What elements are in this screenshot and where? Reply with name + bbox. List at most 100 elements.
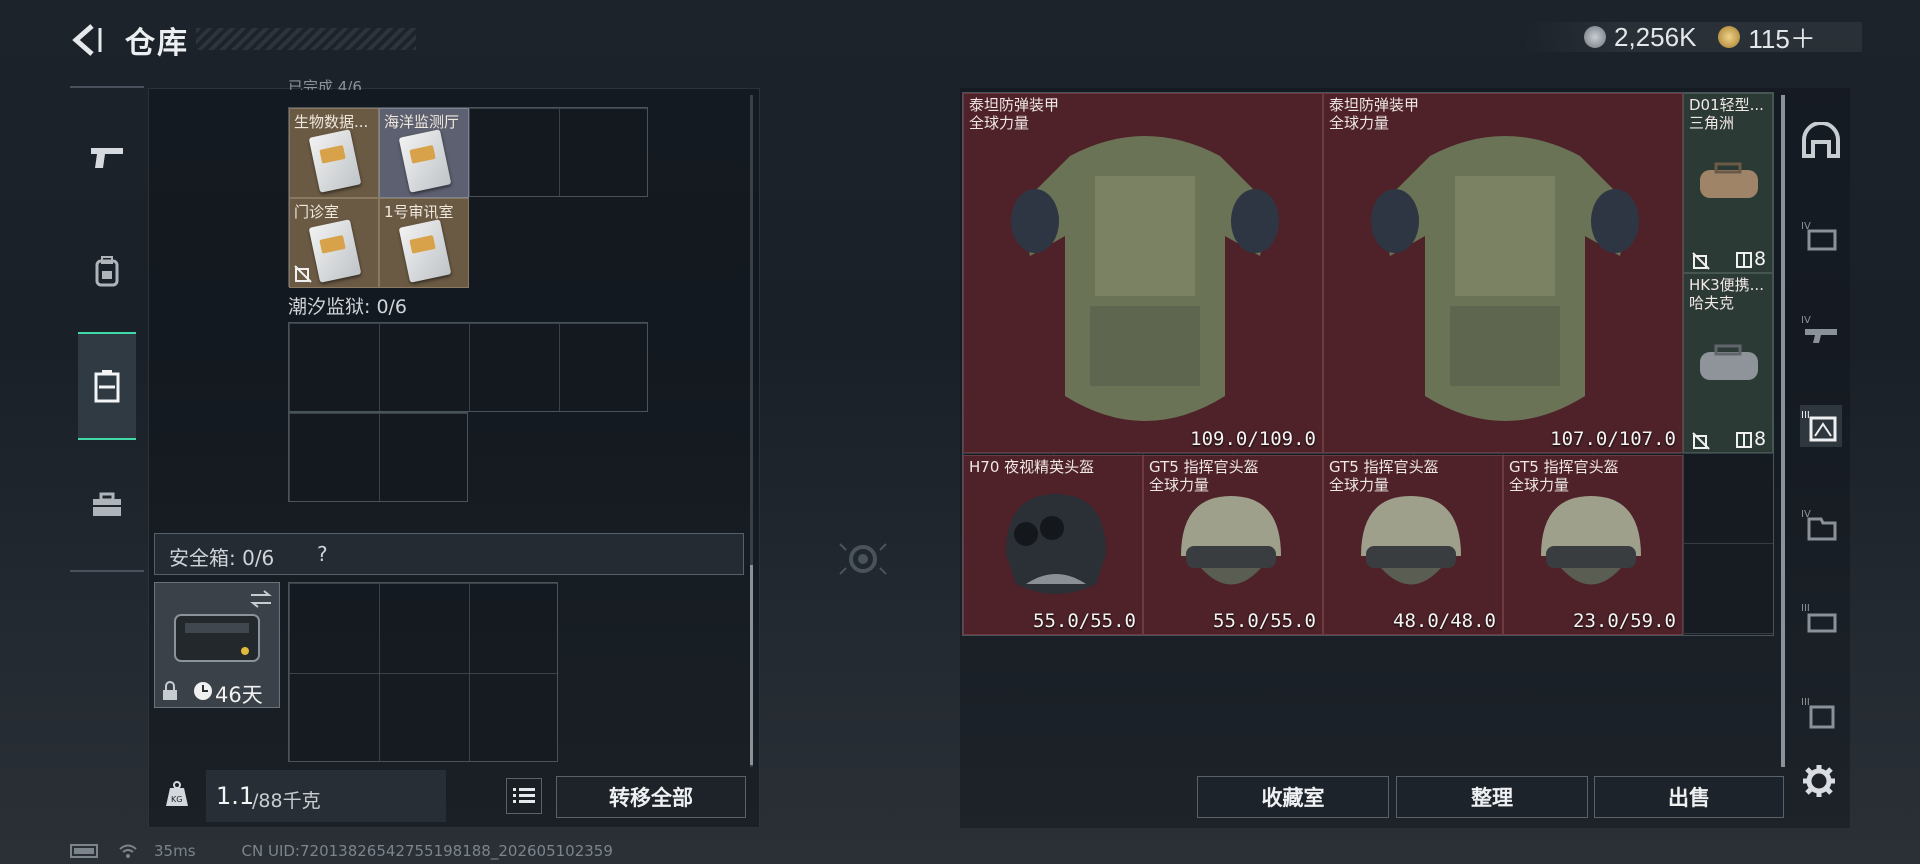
keycard-ocean-monitoring[interactable]: 海洋监测厅 [379,108,469,198]
commander-helmet-icon [1541,496,1641,585]
tier3-armor-icon: III [1801,410,1837,442]
page-title: 仓库 [125,26,189,61]
inventory-item-armor[interactable]: 泰坦防弹装甲 全球力量 109.0/109.0 [963,93,1323,453]
silver-currency-value: 2,256K [1614,21,1697,52]
keycard-label: 生物数据... [294,113,369,131]
filter-sidebar: IV IV III IV III III [1790,95,1850,755]
storage-locker-icon [94,370,120,403]
keycard-label: 1号审讯室 [384,203,454,221]
grid-size-icon [1736,432,1752,448]
item-name: GT5 指挥官头盔 [1149,458,1259,476]
clock-icon [194,682,212,700]
keycard-bio-data[interactable]: 生物数据... [289,108,379,198]
sort-button[interactable]: 整理 [1396,776,1588,818]
filter-tier4-container[interactable]: IV [1800,503,1842,545]
inventory-item-armor[interactable]: 泰坦防弹装甲 全球力量 107.0/107.0 [1323,93,1683,453]
item-name: GT5 指挥官头盔 [1509,458,1619,476]
body-armor-icon [1371,136,1639,421]
sell-button[interactable]: 出售 [1594,776,1784,818]
item-capacity: 8 [1754,428,1767,450]
item-name: HK3便携... [1689,276,1764,294]
gold-currency-value[interactable]: 115＋ [1748,19,1815,56]
svg-text:KG: KG [171,795,182,804]
title-decoration [196,28,416,50]
nav-item-toolbox[interactable] [78,470,136,540]
keycard-interrogation-room[interactable]: 1号审讯室 [379,198,469,288]
svg-text:III: III [1801,410,1810,421]
safebox-days: 46天 [215,683,263,707]
back-button[interactable] [70,20,106,60]
grid-size-icon [1736,252,1752,268]
duffel-bag-icon [1700,162,1758,198]
filter-tier3-card[interactable]: III [1800,691,1842,733]
collection-room-button[interactable]: 收藏室 [1197,776,1389,818]
uid-text: CN UID:72013826542755198188_202605102359 [241,842,613,860]
silver-coin-icon [1584,26,1606,48]
keycard-icon [308,219,362,283]
body-armor-icon [1011,136,1279,421]
weight-max: /88千克 [252,790,321,812]
inventory-scrollbar-thumb[interactable] [1781,95,1785,767]
inventory-item-backpack[interactable]: D01轻型... 三角洲 8 [1683,93,1773,273]
item-faction: 哈夫克 [1689,294,1735,312]
ping-value: 35ms [154,842,196,860]
tide-prison-grid-row2 [288,412,468,502]
inventory-item-helmet[interactable]: H70 夜视精英头盔 55.0/55.0 [963,455,1143,635]
inventory-item-helmet[interactable]: GT5 指挥官头盔 全球力量 55.0/55.0 [1143,455,1323,635]
tier4-gear-icon: IV [1801,221,1837,251]
item-durability: 48.0/48.0 [1393,610,1496,632]
nav-item-backpack[interactable] [78,236,136,306]
gold-coin-icon [1718,26,1741,48]
filter-tier4-weapon[interactable]: IV [1800,309,1842,351]
safebox-case[interactable]: 46天 [154,582,280,708]
home-arch-icon [1802,122,1840,158]
filter-tier3-tool[interactable]: III [1800,597,1842,639]
weight-current: 1.1 [216,782,255,810]
item-durability: 55.0/55.0 [1213,610,1316,632]
keycard-clinic[interactable]: 门诊室 [289,198,379,288]
transfer-all-button[interactable]: 转移全部 [556,776,746,818]
safebox-header: 安全箱: 0/6 ? [154,533,744,575]
item-durability: 55.0/55.0 [1033,610,1136,632]
filter-tier4-gear[interactable]: IV [1800,215,1842,257]
back-arrow-icon [72,24,102,56]
no-trade-icon [1692,432,1710,450]
tier4-weapon-icon: IV [1801,315,1837,343]
weight-kg-icon: KG [166,781,188,806]
inventory-item-helmet[interactable]: GT5 指挥官头盔 全球力量 48.0/48.0 [1323,455,1503,635]
crosshair-icon [839,543,887,575]
nav-item-weapons[interactable] [78,122,136,192]
svg-text:III: III [1801,697,1810,708]
item-name: D01轻型... [1689,96,1764,114]
keycard-icon [398,219,452,283]
pistol-icon [91,148,123,168]
settings-gear-icon [1803,765,1835,797]
keycard-icon [308,129,362,193]
inventory-item-backpack[interactable]: HK3便携... 哈夫克 8 [1683,273,1773,453]
svg-text:III: III [1801,603,1810,614]
lock-icon [163,681,177,700]
status-footer: 35ms CN UID:72013826542755198188_2026051… [70,842,613,860]
tier3-tool-icon: III [1801,603,1837,633]
weight-bar: KG 1.1 /88千克 转移全部 [154,770,754,822]
filter-tier3-armor[interactable]: III [1800,405,1842,447]
keycard-label: 门诊室 [294,203,340,221]
storage-scrollbar-thumb[interactable] [750,565,753,765]
secure-case-icon [174,614,260,662]
item-faction: 三角洲 [1689,114,1735,132]
help-icon[interactable]: ? [317,542,328,566]
svg-text:IV: IV [1801,315,1811,326]
swap-icon[interactable] [249,589,273,609]
item-name: 泰坦防弹装甲 [1329,96,1420,114]
night-vision-helmet-icon [1006,494,1106,594]
item-name: 泰坦防弹装甲 [969,96,1060,114]
list-view-button[interactable] [506,778,542,814]
inventory-item-helmet[interactable]: GT5 指挥官头盔 全球力量 23.0/59.0 [1503,455,1683,635]
item-durability: 107.0/107.0 [1550,428,1676,450]
filter-all[interactable] [1800,119,1842,161]
settings-button[interactable] [1798,760,1840,802]
tide-prison-grid-row1 [288,322,648,412]
nav-item-storage[interactable] [78,332,136,440]
safebox-label: 安全箱: 0/6 [169,546,275,570]
safebox-grid [288,582,558,762]
